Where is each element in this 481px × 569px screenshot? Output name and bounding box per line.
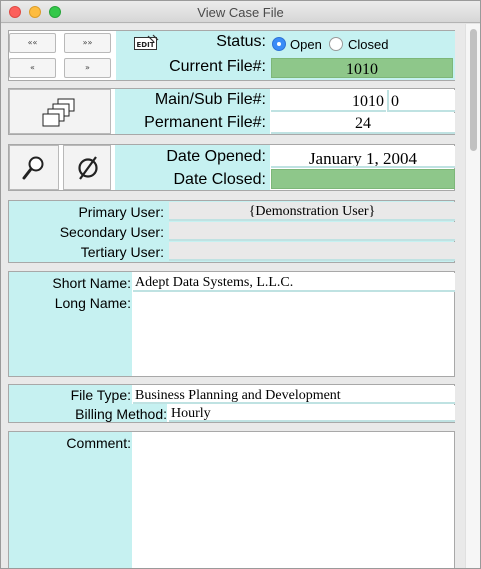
previous-record-button[interactable]: « (9, 58, 56, 78)
secondary-user-field[interactable] (169, 222, 455, 241)
billing-method-label: Billing Method: (75, 406, 167, 422)
users-group: Primary User: {Demonstration User} Secon… (8, 200, 455, 263)
comment-group: Comment: (8, 431, 455, 568)
permanent-file-label: Permanent File#: (144, 114, 266, 131)
clear-button[interactable] (63, 145, 111, 190)
billing-group: File Type: Business Planning and Develop… (8, 384, 455, 423)
edit-icon: EDIT (134, 34, 159, 50)
magnifier-icon (22, 156, 44, 180)
status-closed-label: Closed (348, 37, 389, 52)
window-title: View Case File (197, 5, 284, 20)
stacked-files-icon (42, 98, 75, 127)
edit-button[interactable]: EDIT (132, 34, 160, 52)
next-record-button[interactable]: » (64, 58, 111, 78)
find-button[interactable] (9, 145, 59, 190)
date-closed-field (271, 169, 455, 189)
file-list-button[interactable] (9, 89, 111, 134)
long-name-field[interactable] (133, 293, 441, 375)
status-open-label: Open (290, 37, 322, 52)
tertiary-user-label: Tertiary User: (80, 244, 164, 260)
window: View Case File «« »» « » EDIT Status: Op… (0, 0, 481, 569)
status-group: «« »» « » EDIT Status: Open Closed Curre… (8, 30, 455, 81)
sub-file-field[interactable]: 0 (387, 90, 455, 112)
names-group: Short Name: Adept Data Systems, L.L.C. L… (8, 271, 455, 377)
date-opened-label: Date Opened: (166, 148, 266, 165)
last-record-button[interactable]: »» (64, 33, 111, 53)
secondary-user-label: Secondary User: (59, 224, 164, 240)
comment-label: Comment: (66, 435, 131, 451)
tertiary-user-field[interactable] (169, 242, 455, 261)
date-opened-field[interactable]: January 1, 2004 (271, 146, 455, 168)
status-closed-radio[interactable] (329, 37, 343, 51)
current-file-label: Current File#: (169, 58, 266, 75)
main-sub-file-label: Main/Sub File#: (154, 91, 266, 108)
date-closed-label: Date Closed: (173, 171, 267, 188)
primary-user-label: Primary User: (78, 204, 164, 220)
file-type-field[interactable]: Business Planning and Development (133, 386, 455, 404)
svg-text:EDIT: EDIT (137, 41, 155, 49)
empty-set-icon (78, 156, 98, 180)
permanent-file-field[interactable]: 24 (271, 113, 455, 134)
first-record-button[interactable]: «« (9, 33, 56, 53)
status-label: Status: (216, 33, 266, 50)
primary-user-field[interactable]: {Demonstration User} (169, 202, 455, 221)
dates-group: Date Opened: January 1, 2004 Date Closed… (8, 144, 455, 191)
file-number-group: Main/Sub File#: 1010 0 Permanent File#: … (8, 88, 455, 135)
case-file-form: «« »» « » EDIT Status: Open Closed Curre… (1, 24, 465, 568)
comment-field[interactable] (133, 433, 441, 568)
title-bar: View Case File (1, 1, 480, 23)
vertical-scrollbar[interactable] (465, 24, 480, 568)
long-name-label: Long Name: (54, 295, 131, 311)
scrollbar-thumb[interactable] (470, 29, 477, 151)
short-name-field[interactable]: Adept Data Systems, L.L.C. (133, 273, 455, 292)
main-file-field[interactable]: 1010 (271, 90, 386, 112)
status-open-radio[interactable] (272, 37, 286, 51)
file-type-label: File Type: (70, 387, 131, 403)
short-name-label: Short Name: (52, 275, 131, 291)
billing-method-field[interactable]: Hourly (169, 405, 455, 422)
current-file-field: 1010 (271, 58, 453, 78)
